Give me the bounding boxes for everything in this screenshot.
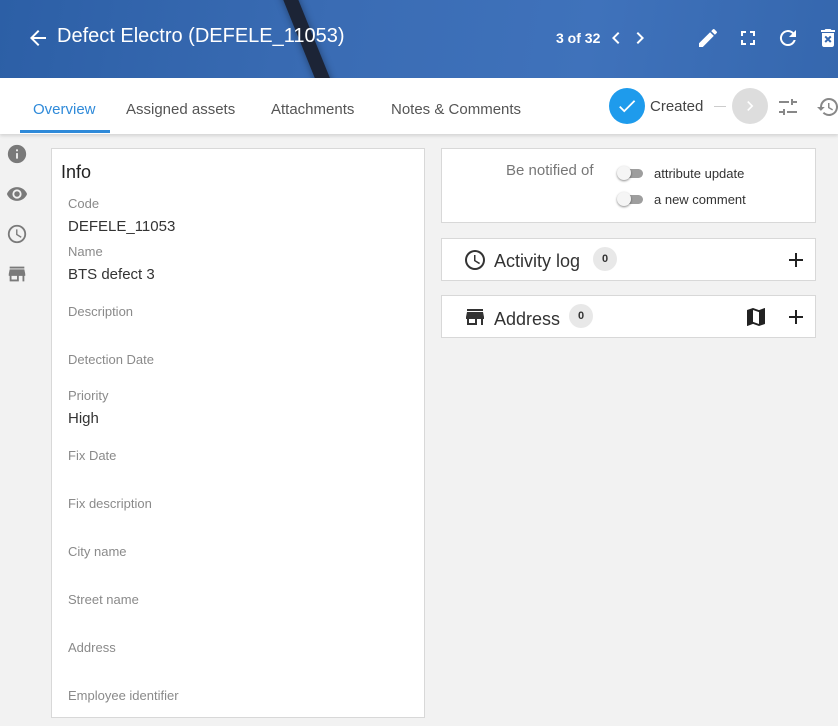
fullscreen-icon[interactable]	[736, 26, 760, 50]
field-value-name: BTS defect 3	[68, 266, 155, 283]
field-label-city-name: City name	[68, 544, 127, 559]
field-label-fix-description: Fix description	[68, 496, 152, 511]
tab-bar: Overview Assigned assets Attachments Not…	[0, 78, 838, 134]
address-title: Address	[494, 309, 561, 329]
app-header: Defect Electro (DEFELE_11053) 3 of 32	[0, 0, 838, 78]
field-label-code: Code	[68, 196, 100, 211]
map-icon[interactable]	[744, 305, 768, 329]
field-value-code: DEFELE_11053	[68, 218, 176, 235]
tab-notes-comments[interactable]: Notes & Comments	[391, 101, 521, 118]
checkmark-icon	[619, 100, 636, 113]
active-tab-indicator	[20, 130, 110, 133]
tab-assigned-assets[interactable]: Assigned assets	[126, 101, 235, 118]
new-comment-toggle[interactable]	[617, 192, 643, 206]
page-title: Defect Electro (DEFELE_11053)	[57, 25, 345, 47]
field-label-priority: Priority	[68, 388, 109, 403]
info-title: Info	[61, 162, 92, 182]
next-status-button[interactable]	[732, 88, 768, 124]
chevron-right-icon[interactable]	[628, 26, 652, 50]
clock-icon	[463, 248, 487, 272]
chevron-left-icon[interactable]	[604, 26, 628, 50]
notification-card: Be notified of attribute update a new co…	[441, 148, 816, 223]
refresh-icon[interactable]	[776, 26, 800, 50]
activity-log-card[interactable]: Activity log 0	[441, 238, 816, 281]
store-icon[interactable]	[6, 263, 28, 285]
address-card[interactable]: Address 0	[441, 295, 816, 338]
back-arrow-icon[interactable]	[26, 26, 50, 50]
field-label-address: Address	[68, 640, 116, 655]
info-icon[interactable]	[6, 143, 28, 165]
notify-label: Be notified of	[506, 162, 594, 179]
add-address-plus-icon[interactable]	[784, 305, 808, 329]
record-pager: 3 of 32	[556, 30, 601, 46]
store-icon	[463, 305, 487, 329]
field-label-name: Name	[68, 244, 103, 259]
history-icon[interactable]	[816, 95, 838, 119]
attribute-update-toggle[interactable]	[617, 166, 643, 180]
status-connector	[714, 106, 726, 107]
eye-icon[interactable]	[6, 183, 28, 205]
field-label-employee-identifier: Employee identifier	[68, 688, 179, 703]
new-comment-label: a new comment	[654, 192, 746, 207]
activity-log-title: Activity log	[494, 251, 581, 271]
field-label-detection-date: Detection Date	[68, 352, 154, 367]
workflow-settings-icon[interactable]	[776, 95, 800, 119]
address-count-badge: 0	[569, 304, 593, 328]
field-label-fix-date: Fix Date	[68, 448, 117, 463]
tab-overview[interactable]: Overview	[33, 101, 96, 118]
field-label-description: Description	[68, 304, 134, 319]
clock-icon[interactable]	[6, 223, 28, 245]
status-label: Created	[650, 98, 704, 115]
field-value-priority: High	[68, 410, 99, 427]
delete-icon[interactable]	[816, 26, 838, 50]
add-activity-plus-icon[interactable]	[784, 248, 808, 272]
field-label-street-name: Street name	[68, 592, 139, 607]
edit-pencil-icon[interactable]	[696, 26, 720, 50]
tab-attachments[interactable]: Attachments	[271, 101, 354, 118]
info-panel: Info Code DEFELE_11053 Name BTS defect 3…	[51, 148, 425, 718]
attribute-update-label: attribute update	[654, 166, 745, 181]
chevron-right-icon	[747, 101, 754, 111]
status-created-step[interactable]	[609, 88, 645, 124]
activity-log-count-badge: 0	[593, 247, 617, 271]
